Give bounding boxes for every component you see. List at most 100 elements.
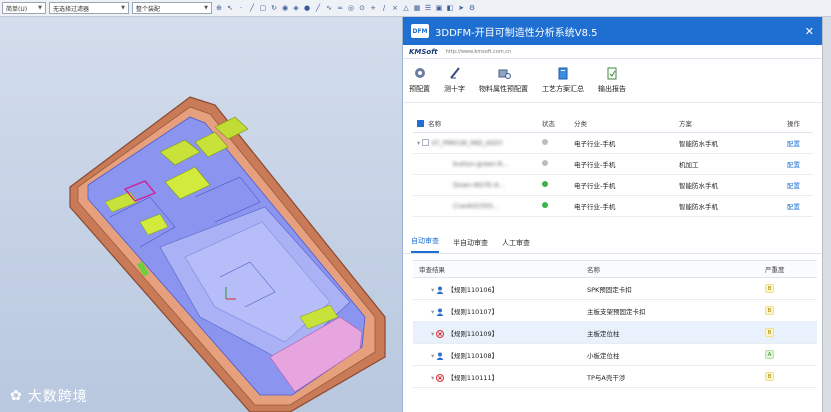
table-row[interactable]: Crank02355... 电子行业-手机 智能防水手机 配置 (413, 195, 813, 217)
dfm-logo: DFM (411, 24, 429, 38)
layers-icon[interactable]: ☰ (424, 4, 432, 13)
view-select[interactable]: 简单(U) ▼ (2, 2, 46, 14)
gear-icon (412, 65, 428, 81)
view-icon[interactable]: ▣ (435, 4, 443, 13)
watermark-logo-icon: ✿ (10, 388, 23, 404)
user-icon (436, 352, 444, 360)
preconfig-button[interactable]: 预配置 (409, 65, 430, 94)
watermark-text: 大数跨境 (27, 389, 88, 405)
book-icon (555, 65, 571, 81)
config-link[interactable]: 配置 (787, 203, 800, 211)
report-icon (604, 65, 620, 81)
config-link[interactable]: 配置 (787, 161, 800, 169)
right-side-strip (822, 17, 831, 412)
status-dot (542, 180, 548, 187)
col-scheme: 方案 (675, 114, 783, 133)
panel-title: 3DDFM-开目可制造性分析系统V8.5 (435, 27, 598, 39)
arrow-icon[interactable]: ➤ (457, 4, 465, 13)
line-icon[interactable]: ╱ (248, 4, 256, 13)
panel-toolbar: 预配置 测十字 物料属性预配置 工艺方案汇总 输出报告 (403, 59, 822, 103)
material-icon (496, 65, 512, 81)
col-action: 操作 (783, 114, 813, 133)
expand-arrow-icon[interactable]: ▾ (431, 330, 434, 338)
status-dot (542, 201, 548, 208)
cube-icon[interactable]: ◈ (292, 4, 300, 13)
cross-icon[interactable]: × (391, 4, 399, 13)
rule-results-table: 审查结果 名称 严重度 ▾ 【规则110106】 SPK预固定卡扣 B ▾ 【规… (413, 260, 817, 388)
eye-icon[interactable]: ◉ (281, 4, 289, 13)
brand-url: http://www.kmsoft.com.cn (445, 48, 512, 55)
cad-viewport[interactable]: ✿ 大数跨境 (0, 17, 402, 412)
row-checkbox[interactable] (422, 139, 430, 146)
config-link[interactable]: 配置 (787, 140, 800, 148)
rotate-icon[interactable]: ↻ (270, 4, 278, 13)
user-icon (436, 286, 444, 294)
table-row[interactable]: ▾ 【规则110107】 主板支架预固定卡扣 B (413, 299, 817, 322)
fit-icon[interactable]: ⊙ (358, 4, 366, 13)
table-row[interactable]: ▾ 【规则110111】 TP与A壳干涉 B (413, 365, 817, 388)
parts-table: 名称 状态 分类 方案 操作 ▾ ST_PM01W_MID_ASSY 电子行业-… (413, 114, 813, 217)
output-report-button[interactable]: 输出报告 (598, 65, 626, 94)
status-dot (542, 159, 548, 166)
assembly-scope-select[interactable]: 整个装配 ▼ (132, 2, 212, 14)
grid-icon[interactable]: ▦ (413, 4, 421, 13)
severity-badge: B (765, 284, 774, 293)
point-icon[interactable]: · (237, 4, 245, 13)
expand-arrow-icon[interactable]: ▾ (431, 308, 434, 316)
selection-filter-select[interactable]: 无选择过滤器 ▼ (49, 2, 129, 14)
select-icon[interactable]: ⊕ (215, 4, 223, 13)
expand-arrow-icon[interactable]: ▾ (431, 352, 434, 360)
brand-logo: KMSoft (409, 47, 438, 56)
measure-button[interactable]: 测十字 (444, 65, 465, 94)
process-summary-button[interactable]: 工艺方案汇总 (542, 65, 584, 94)
tab-auto-review[interactable]: 自动审查 (411, 236, 439, 253)
phone-assembly-model (69, 96, 386, 412)
severity-badge: A (765, 350, 774, 359)
col-rule-name: 名称 (581, 260, 759, 278)
col-result: 审查结果 (413, 260, 581, 278)
severity-badge: B (765, 306, 774, 315)
table-row[interactable]: ▾ ST_PM01W_MID_ASSY 电子行业-手机 智能防水手机 配置 (413, 132, 813, 154)
col-severity: 严重度 (759, 260, 817, 278)
col-name: 名称 (413, 114, 538, 133)
tab-manual-review[interactable]: 人工审查 (502, 238, 530, 253)
wave-icon[interactable]: ≈ (336, 4, 344, 13)
brand-bar: KMSoft http://www.kmsoft.com.cn (403, 45, 822, 59)
config-link[interactable]: 配置 (787, 182, 800, 190)
severity-badge: B (765, 328, 774, 337)
watermark: ✿ 大数跨境 (10, 386, 88, 406)
plus-icon[interactable]: + (369, 4, 377, 13)
dfm-panel: DFM 3DDFM-开目可制造性分析系统V8.5 ✕ KMSoft http:/… (402, 17, 823, 412)
panel-titlebar: DFM 3DDFM-开目可制造性分析系统V8.5 ✕ (403, 17, 822, 45)
select-all-checkbox[interactable] (417, 120, 424, 128)
table-row[interactable]: Down-NG7E-A... 电子行业-手机 智能防水手机 配置 (413, 174, 813, 196)
user-icon (436, 308, 444, 316)
zoom-icon[interactable]: ◎ (347, 4, 355, 13)
table-row[interactable]: button-green-R... 电子行业-手机 机加工 配置 (413, 153, 813, 175)
box-icon[interactable]: ▢ (259, 4, 267, 13)
cad-toolbar: 简单(U) ▼ 无选择过滤器 ▼ 整个装配 ▼ ⊕ ↖ · ╱ ▢ ↻ ◉ ◈ ● ╱… (0, 0, 831, 17)
measure-icon (447, 65, 463, 81)
close-icon[interactable]: ✕ (805, 25, 814, 38)
sphere-icon[interactable]: ● (303, 4, 311, 13)
expand-arrow-icon[interactable]: ▾ (417, 139, 420, 147)
table-row[interactable]: ▾ 【规则110109】 主板定位柱 B (413, 321, 817, 344)
tab-semi-auto-review[interactable]: 半自动审查 (453, 238, 488, 253)
col-status: 状态 (538, 114, 570, 133)
tools-icon[interactable]: ⚙ (468, 4, 476, 13)
expand-arrow-icon[interactable]: ▾ (431, 374, 434, 382)
error-icon (436, 373, 445, 382)
col-category: 分类 (570, 114, 675, 133)
snap-icon[interactable]: ↖ (226, 4, 234, 13)
slash-icon[interactable]: / (380, 4, 388, 13)
status-dot (542, 138, 548, 145)
triangle-icon[interactable]: △ (402, 4, 410, 13)
review-tabs: 自动审查 半自动审查 人工审查 (403, 232, 823, 254)
material-preconfig-button[interactable]: 物料属性预配置 (479, 65, 528, 94)
expand-arrow-icon[interactable]: ▾ (431, 286, 434, 294)
curve-icon[interactable]: ∿ (325, 4, 333, 13)
section-icon[interactable]: ◧ (446, 4, 454, 13)
table-row[interactable]: ▾ 【规则110106】 SPK预固定卡扣 B (413, 277, 817, 300)
table-row[interactable]: ▾ 【规则110108】 小板定位柱 A (413, 343, 817, 366)
edge-icon[interactable]: ╱ (314, 4, 322, 13)
